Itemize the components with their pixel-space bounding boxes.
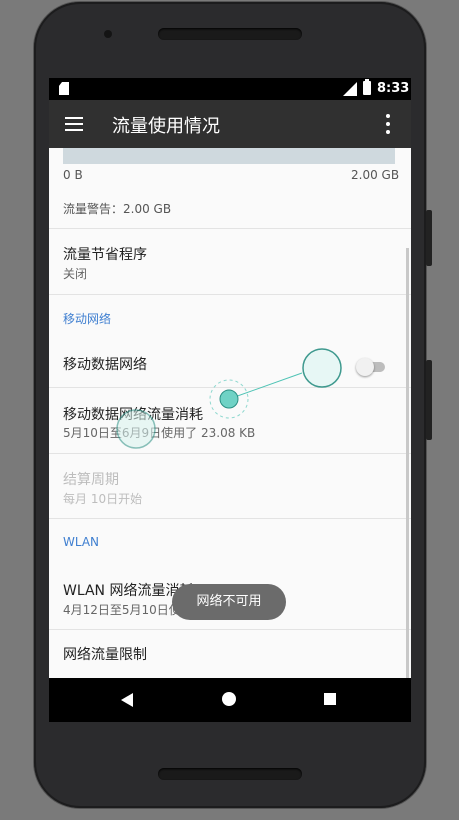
menu-icon[interactable] xyxy=(65,117,83,131)
billing-cycle-subtitle: 每月 10日开始 xyxy=(63,492,143,506)
data-saver-status: 关闭 xyxy=(63,267,88,281)
bottom-speaker xyxy=(158,768,302,780)
home-icon[interactable] xyxy=(222,692,236,706)
front-camera xyxy=(104,30,112,38)
signal-icon xyxy=(343,82,357,96)
power-button[interactable] xyxy=(426,210,432,266)
screen: 8:33 流量使用情况 0 B 2.00 GB 流量警告：2.00 GB 流量节… xyxy=(49,78,411,722)
usage-bar xyxy=(63,148,395,164)
sim-card-icon xyxy=(59,82,69,95)
top-speaker xyxy=(158,28,302,40)
mobile-data-toggle-thumb[interactable] xyxy=(356,358,374,376)
billing-cycle-item: 结算周期 每月 10日开始 xyxy=(49,454,411,518)
status-bar: 8:33 xyxy=(49,78,411,100)
toast-message: 网络不可用 xyxy=(172,584,286,620)
app-toolbar: 流量使用情况 xyxy=(49,100,411,148)
mobile-data-title: 移动数据网络 xyxy=(63,357,147,373)
billing-cycle-title: 结算周期 xyxy=(63,472,119,488)
page-title: 流量使用情况 xyxy=(112,116,220,137)
data-saver-title: 流量节省程序 xyxy=(63,247,147,263)
chart-min-label: 0 B xyxy=(63,168,83,182)
data-saver-item[interactable]: 流量节省程序 关闭 xyxy=(49,229,411,293)
volume-button[interactable] xyxy=(426,360,432,440)
mobile-usage-title: 移动数据网络流量消耗 xyxy=(63,407,203,423)
warning-label: 流量警告：2.00 GB xyxy=(63,202,172,216)
navigation-bar xyxy=(49,678,411,722)
back-icon[interactable] xyxy=(121,693,133,707)
mobile-section-header: 移动网络 xyxy=(63,312,112,326)
recents-icon[interactable] xyxy=(324,693,336,705)
chart-max-label: 2.00 GB xyxy=(351,168,400,182)
wlan-usage-subtitle: 4月12日至5月10日使 xyxy=(63,603,181,617)
wlan-section-header: WLAN xyxy=(63,535,100,549)
divider xyxy=(49,294,411,295)
divider xyxy=(49,518,411,519)
scrollbar[interactable] xyxy=(406,248,409,678)
more-options-icon[interactable] xyxy=(385,114,391,134)
battery-icon xyxy=(363,79,371,95)
mobile-usage-subtitle: 5月10日至6月9日使用了 23.08 KB xyxy=(63,426,256,440)
network-restrictions-title: 网络流量限制 xyxy=(63,647,147,663)
mobile-usage-item[interactable]: 移动数据网络流量消耗 5月10日至6月9日使用了 23.08 KB xyxy=(49,388,411,452)
network-restrictions-item[interactable]: 网络流量限制 xyxy=(49,630,411,678)
status-time: 8:33 xyxy=(377,81,410,96)
